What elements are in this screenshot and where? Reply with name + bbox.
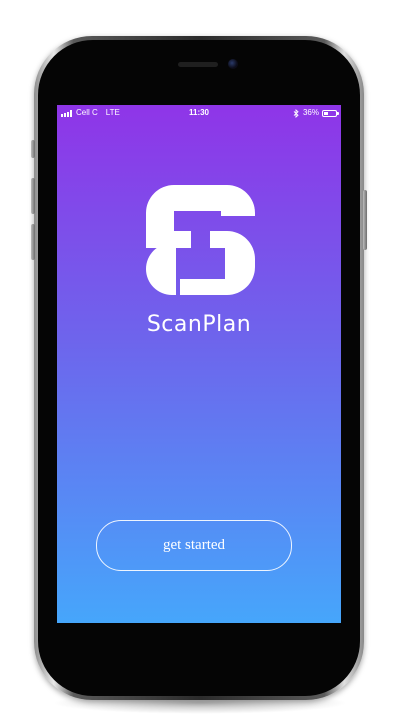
earpiece-speaker bbox=[178, 62, 218, 67]
app-name: ScanPlan bbox=[146, 312, 252, 337]
battery-level-fill bbox=[324, 111, 328, 115]
mockup-stage: Cell C LTE 11:30 36% ScanPlan get starte… bbox=[0, 0, 400, 725]
front-camera bbox=[228, 59, 238, 69]
get-started-button[interactable]: get started bbox=[96, 520, 292, 571]
volume-up-button bbox=[31, 178, 35, 214]
battery-icon bbox=[322, 109, 339, 117]
app-screen: Cell C LTE 11:30 36% ScanPlan get starte… bbox=[57, 105, 341, 623]
status-bar: Cell C LTE 11:30 36% bbox=[57, 105, 341, 121]
bluetooth-icon bbox=[293, 108, 299, 118]
scanplan-logo-icon bbox=[146, 185, 255, 295]
mute-switch bbox=[31, 140, 35, 158]
battery-percentage: 36% bbox=[302, 108, 319, 117]
volume-down-button bbox=[31, 224, 35, 260]
status-right: 36% bbox=[293, 105, 339, 121]
power-button bbox=[363, 190, 367, 250]
